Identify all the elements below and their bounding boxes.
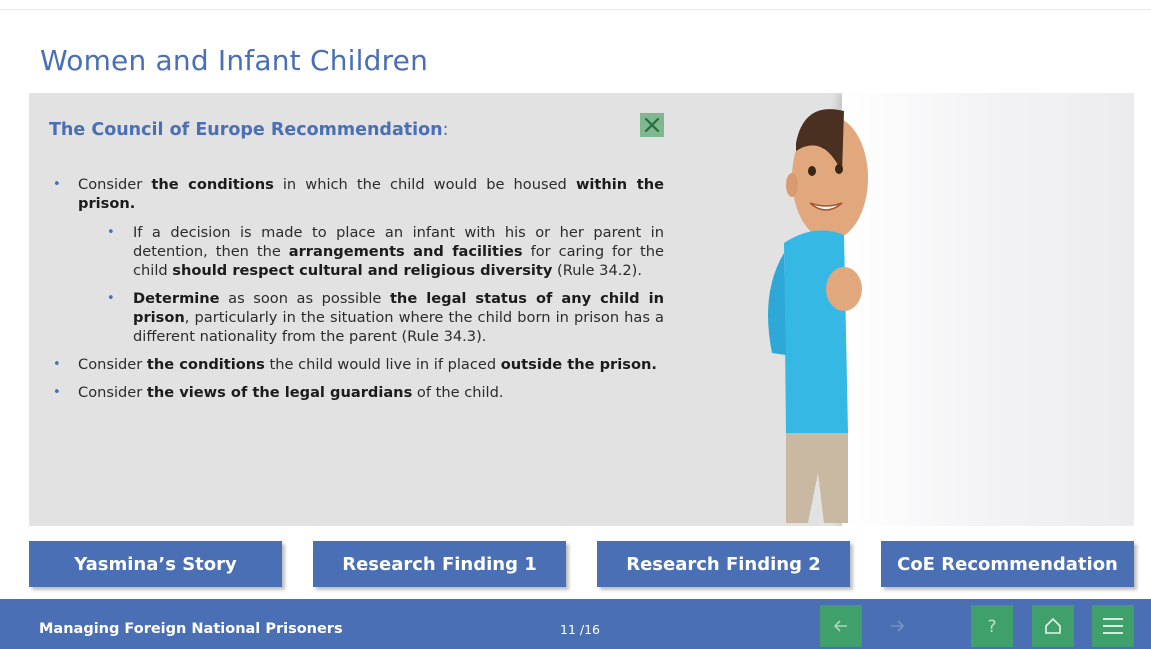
close-button[interactable] (640, 113, 664, 137)
heading-colon: : (442, 120, 449, 140)
menu-button[interactable] (1092, 605, 1134, 647)
top-border (0, 0, 1151, 10)
page-counter: 11 /16 (560, 622, 600, 637)
sub-list-item: If a decision is made to place an infant… (49, 223, 664, 280)
sub-bullet-bold: Determine (133, 290, 220, 307)
bullet-text: Consider (78, 356, 147, 373)
page-title: Women and Infant Children (40, 44, 429, 77)
child-photo (768, 109, 868, 523)
bullet-bold: outside the prison. (500, 356, 657, 373)
list-item: Consider the views of the legal guardian… (49, 383, 664, 402)
bullet-text: Consider (78, 384, 147, 401)
tab-research-finding-1[interactable]: Research Finding 1 (313, 541, 566, 587)
bullet-text: in which the child would be housed (273, 176, 576, 193)
back-button[interactable] (820, 605, 862, 647)
bullet-text: of the child. (412, 384, 504, 401)
sub-bullet-text: as soon as possible (219, 290, 390, 307)
bullet-text: the child would live in if placed (264, 356, 501, 373)
help-button[interactable]: ? (971, 605, 1013, 647)
footer-bar: Managing Foreign National Prisoners 11 /… (0, 599, 1151, 649)
bullet-text: Consider (78, 176, 152, 193)
sub-list: If a decision is made to place an infant… (49, 223, 664, 346)
content-panel: The Council of Europe Recommendation: Co… (29, 93, 1134, 526)
arrow-right-icon (891, 620, 905, 632)
hamburger-menu-icon (1103, 618, 1123, 634)
recommendation-list: Consider the conditions in which the chi… (49, 175, 664, 411)
svg-text:?: ? (987, 617, 996, 637)
list-item: Consider the conditions the child would … (49, 355, 664, 374)
sub-list-item: Determine as soon as possible the legal … (49, 289, 664, 346)
bullet-bold: the conditions (151, 176, 274, 193)
recommendation-heading-text: The Council of Europe Recommendation (49, 120, 443, 140)
sub-bullet-text: (Rule 34.2). (552, 262, 642, 279)
question-icon: ? (987, 617, 996, 637)
bullet-bold: the views of the legal guardians (146, 384, 413, 401)
forward-button[interactable] (876, 605, 918, 647)
arrow-left-icon (833, 620, 847, 632)
sub-bullet-bold: should respect cultural and religious di… (172, 262, 553, 279)
tab-research-finding-2[interactable]: Research Finding 2 (597, 541, 850, 587)
home-icon (1045, 617, 1061, 634)
tab-coe-recommendation[interactable]: CoE Recommendation (881, 541, 1134, 587)
recommendation-heading: The Council of Europe Recommendation: (49, 120, 449, 140)
sub-bullet-bold: arrangements and facilities (288, 243, 523, 260)
home-button[interactable] (1032, 605, 1074, 647)
bullet-bold: the conditions (146, 356, 265, 373)
course-title: Managing Foreign National Prisoners (39, 621, 343, 637)
tab-yasminas-story[interactable]: Yasmina’s Story (29, 541, 282, 587)
white-board-image (842, 93, 1134, 526)
list-item: Consider the conditions in which the chi… (49, 175, 664, 213)
sub-bullet-text: , particularly in the situation where th… (133, 309, 664, 345)
close-icon (644, 117, 660, 133)
